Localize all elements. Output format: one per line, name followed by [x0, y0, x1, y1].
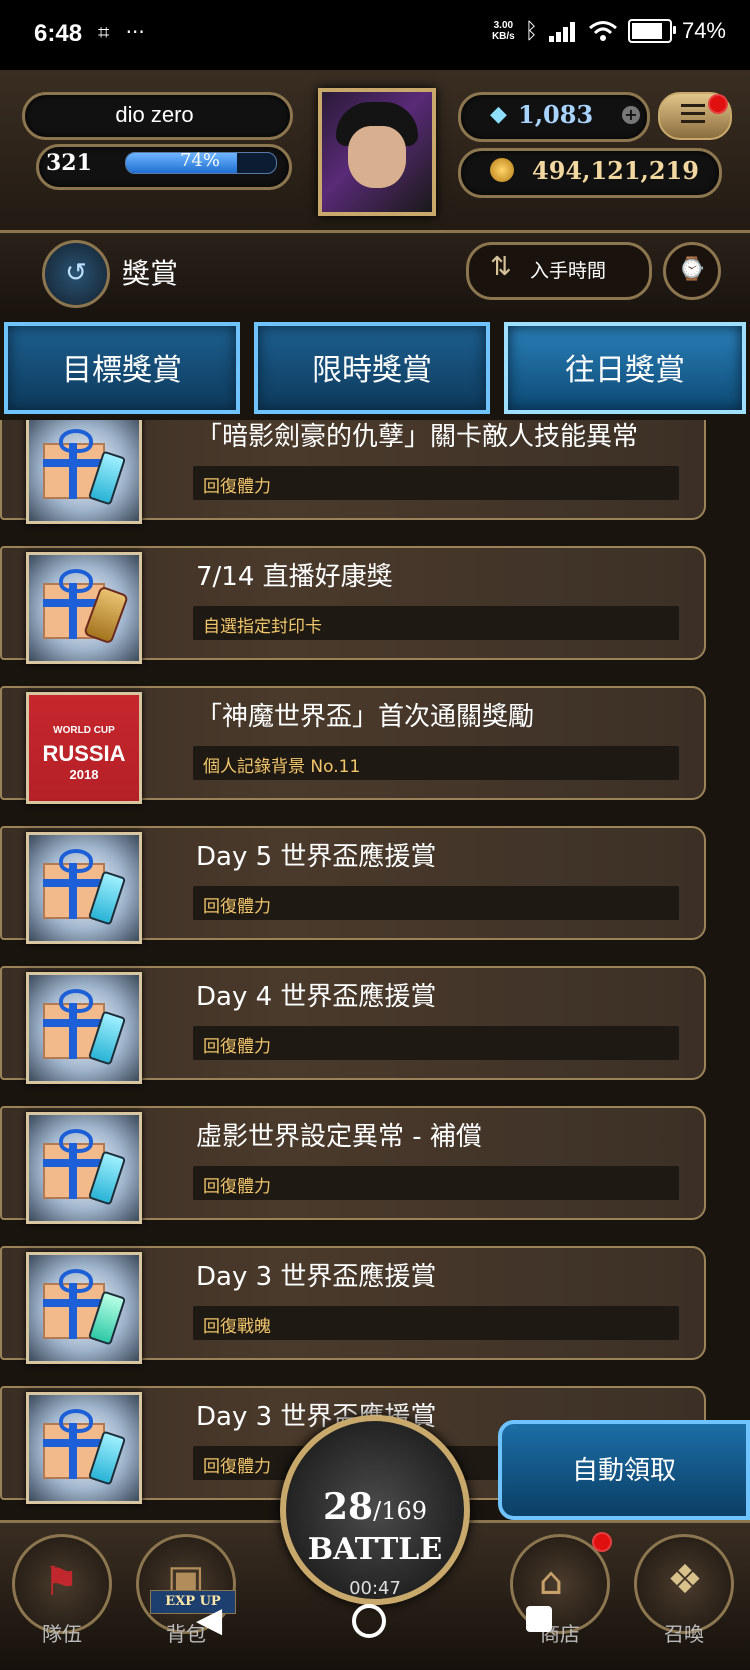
battery-percent: 74%	[681, 18, 726, 43]
signal-icon	[548, 22, 575, 42]
sort-label: 入手時間	[530, 260, 607, 282]
add-gem-plus-icon[interactable]: +	[622, 106, 640, 124]
battle-label: BATTLE	[307, 1532, 443, 1567]
more-dots-icon: ···	[125, 20, 145, 44]
net-speed-unit: KB/s	[491, 31, 515, 42]
filter-clock-icon: ⌚	[678, 257, 706, 282]
reward-subtitle: 自選指定封印卡	[203, 617, 322, 637]
reward-subtitle: 回復體力	[203, 477, 271, 497]
reward-row[interactable]: 7/14 直播好康獎 自選指定封印卡	[0, 546, 720, 666]
stamina-count: 28/169	[322, 1486, 427, 1528]
gift-potion-icon	[26, 1392, 142, 1504]
tab-limited-rewards[interactable]: 限時獎賞	[254, 322, 490, 414]
status-time: 6:48	[34, 20, 83, 47]
gift-potion-icon	[26, 1112, 142, 1224]
reward-subtitle: 回復體力	[203, 1457, 271, 1477]
gem-icon: ◆	[490, 102, 507, 127]
menu-notification-dot	[708, 94, 728, 114]
net-speed-value: 3.00	[493, 20, 514, 31]
back-arrow-icon: ↺	[65, 258, 87, 288]
reward-title: Day 4 世界盃應援賞	[196, 982, 437, 1012]
reward-title: Day 3 世界盃應援賞	[196, 1262, 437, 1292]
reward-list[interactable]: 「暗影劍豪的仇孽」關卡敵人技能異常 回復體力 7/14 直播好康獎 自選指定封印…	[0, 420, 750, 1510]
nav-backpack-label: 背包	[166, 1622, 206, 1646]
net-speed: 3.00 KB/s	[492, 20, 515, 42]
reward-title: 7/14 直播好康獎	[196, 562, 393, 592]
battery-fill	[631, 23, 662, 39]
summon-card-icon: ❖	[667, 1557, 703, 1603]
reward-row[interactable]: Day 5 世界盃應援賞 回復體力	[0, 826, 720, 946]
reward-title: 虛影世界設定異常 - 補償	[196, 1122, 482, 1152]
coin-icon	[490, 158, 514, 182]
reward-row[interactable]: 「暗影劍豪的仇孽」關卡敵人技能異常 回復體力	[0, 420, 720, 526]
worldcup-badge-country: RUSSIA	[42, 741, 126, 766]
exp-up-badge: EXP UP	[150, 1590, 236, 1614]
system-home-icon[interactable]	[352, 1604, 386, 1638]
shop-icon: ⌂	[539, 1559, 564, 1603]
reward-title: 「神魔世界盃」首次通關獎勵	[196, 702, 535, 732]
tab-target-rewards[interactable]: 目標獎賞	[4, 322, 240, 414]
status-right: 3.00 KB/s ᛒ 74%	[492, 18, 726, 44]
reward-subtitle: 回復體力	[203, 1037, 271, 1057]
gift-potion-icon	[26, 420, 142, 524]
bluetooth-icon: ᛒ	[524, 18, 538, 43]
stamina-max: 169	[381, 1497, 427, 1525]
flag-icon: ⚑	[43, 1559, 79, 1605]
gift-potion-icon	[26, 972, 142, 1084]
hamburger-menu-icon	[681, 104, 705, 107]
worldcup-badge-top: WORLD CUP	[53, 725, 115, 736]
reward-subtitle: 回復體力	[203, 897, 271, 917]
reward-title: 「暗影劍豪的仇孽」關卡敵人技能異常	[196, 422, 639, 452]
page-title: 獎賞	[122, 257, 179, 290]
player-avatar[interactable]	[318, 88, 436, 216]
system-recents-icon[interactable]	[526, 1606, 552, 1632]
nav-team-label: 隊伍	[42, 1622, 82, 1646]
tab-past-rewards[interactable]: 往日獎賞	[504, 322, 746, 414]
nav-shop-label: 商店	[540, 1622, 580, 1646]
player-level: 321	[46, 150, 92, 176]
reward-subtitle: 回復體力	[203, 1177, 271, 1197]
reward-row[interactable]: Day 4 世界盃應援賞 回復體力	[0, 966, 720, 1086]
reward-row[interactable]: 虛影世界設定異常 - 補償 回復體力	[0, 1106, 720, 1226]
wifi-icon	[588, 21, 617, 41]
gift-potion-icon	[26, 832, 142, 944]
shop-notification-dot	[592, 1532, 612, 1552]
reward-row[interactable]: Day 3 世界盃應援賞 回復戰魄	[0, 1246, 720, 1366]
voicemail-icon: ⌗	[98, 20, 110, 44]
reward-row[interactable]: WORLD CUP RUSSIA 2018 「神魔世界盃」首次通關獎勵 個人記錄…	[0, 686, 720, 806]
exp-percent: 74%	[179, 150, 220, 171]
status-notification-icons: ⌗ ···	[98, 20, 145, 44]
player-name: dio zero	[115, 102, 194, 127]
avatar-face	[348, 126, 406, 188]
reward-subtitle: 個人記錄背景 No.11	[203, 757, 361, 777]
system-back-icon[interactable]: ◀	[196, 1600, 222, 1640]
battery-icon	[627, 19, 676, 43]
gift-scroll-icon	[26, 552, 142, 664]
nav-summon-label: 召喚	[664, 1622, 704, 1646]
gem-count: 1,083	[518, 100, 594, 129]
coin-count: 494,121,219	[532, 156, 700, 185]
worldcup-badge-year: 2018	[69, 767, 99, 782]
worldcup-russia-icon: WORLD CUP RUSSIA 2018	[26, 692, 142, 804]
stamina-timer: 00:47	[349, 1578, 401, 1599]
filter-button[interactable]: ⌚	[663, 242, 721, 300]
stamina-current: 28	[322, 1486, 374, 1528]
back-button[interactable]: ↺	[42, 240, 110, 308]
reward-title: Day 5 世界盃應援賞	[196, 842, 437, 872]
reward-subtitle: 回復戰魄	[203, 1317, 271, 1337]
auto-claim-button[interactable]: 自動領取	[498, 1420, 750, 1520]
sort-icon: ⇅	[490, 252, 512, 282]
gift-crystal-icon	[26, 1252, 142, 1364]
